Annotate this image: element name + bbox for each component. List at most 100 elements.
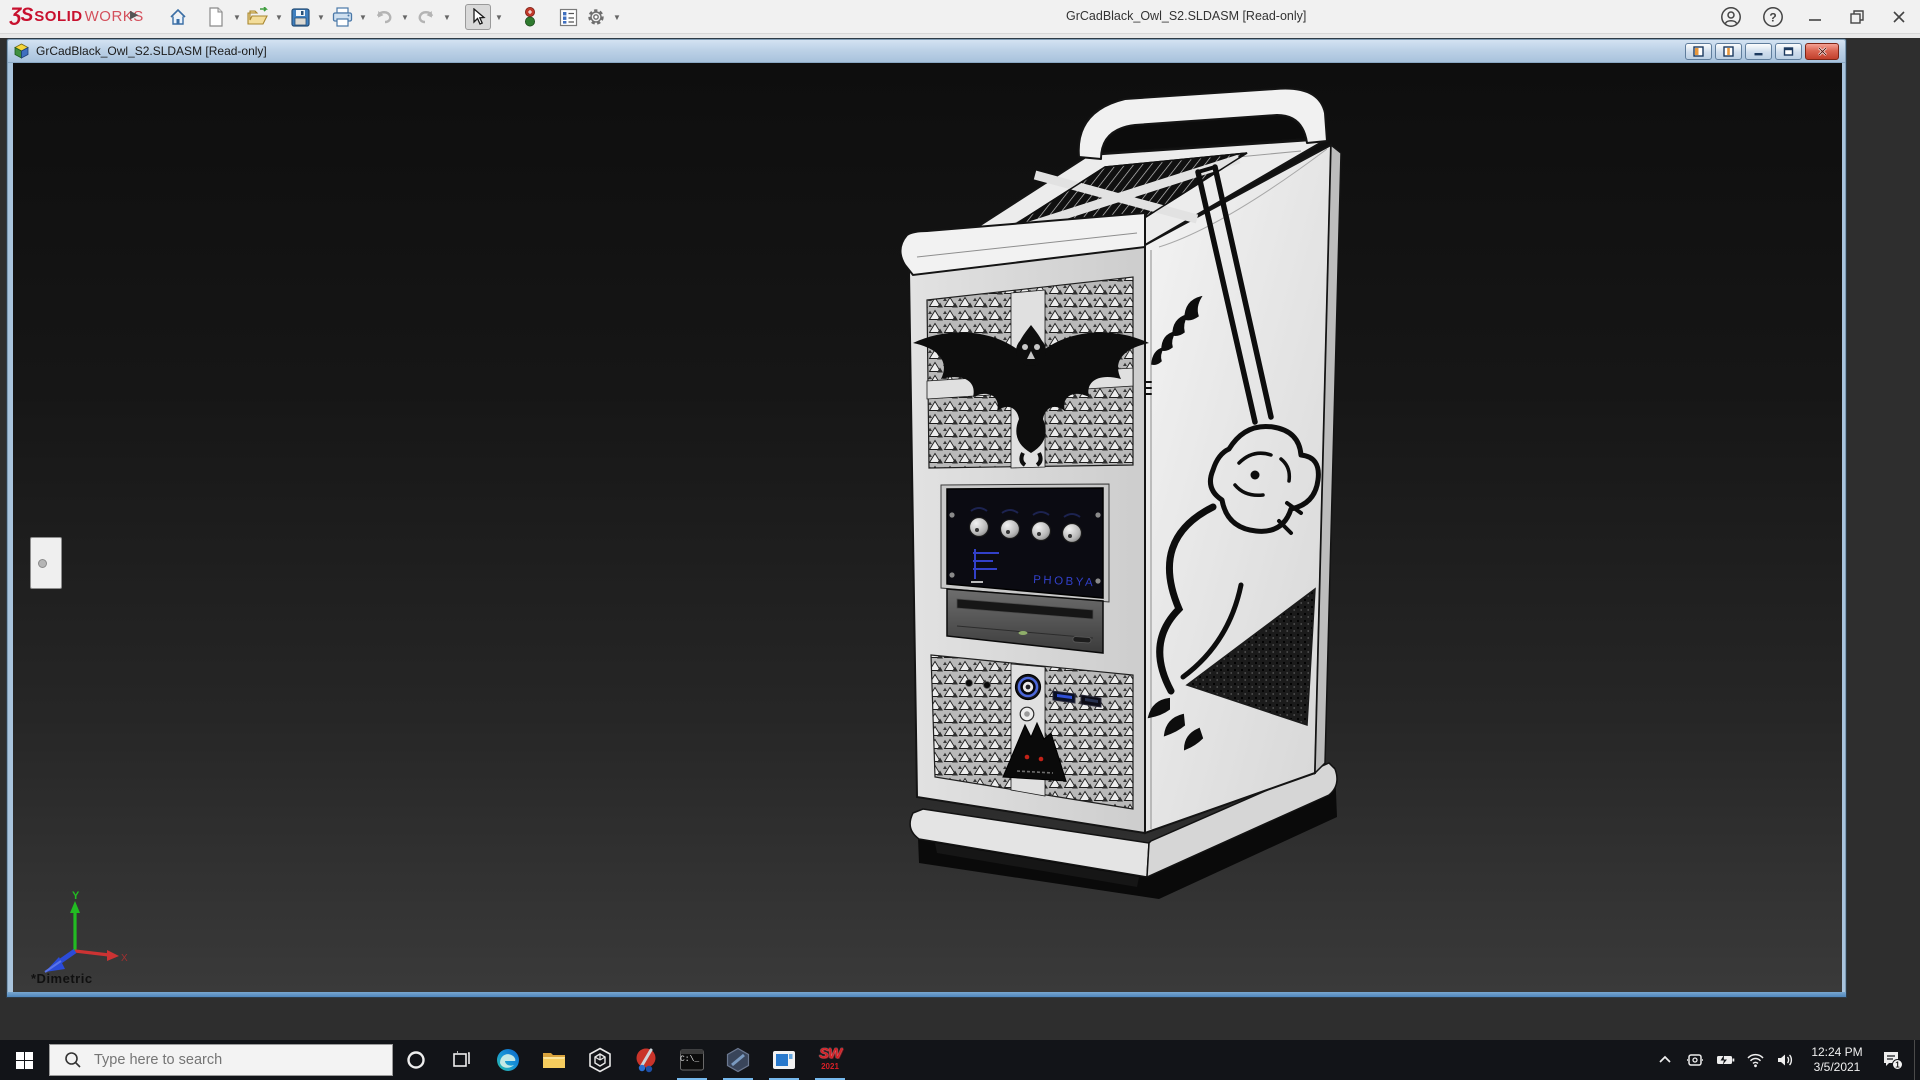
document-title: GrCadBlack_Owl_S2.SLDASM [Read-only]	[36, 44, 267, 58]
select-tool-dropdown[interactable]: ▼	[493, 4, 505, 30]
taskbar-app-red-utility[interactable]	[623, 1040, 669, 1080]
tablet-icon	[1687, 1054, 1703, 1066]
doc-minimize-icon	[1754, 53, 1763, 56]
new-document-dropdown[interactable]: ▼	[231, 4, 243, 30]
open-folder-icon	[247, 7, 268, 25]
graphics-viewport[interactable]: PHOBYA Y X *Dimetric	[13, 63, 1842, 994]
taskbar-app-command-prompt[interactable]: C:\_	[669, 1040, 715, 1080]
cad-model-render: PHOBYA	[899, 87, 1342, 899]
home-button[interactable]	[165, 4, 191, 30]
print-button[interactable]	[329, 4, 355, 30]
undo-dropdown[interactable]: ▼	[399, 4, 411, 30]
command-prompt-glyph: C:\_	[680, 1055, 700, 1064]
app-client-area: GrCadBlack_Owl_S2.SLDASM [Read-only] PHO…	[0, 34, 1920, 1040]
options-button[interactable]	[583, 4, 609, 30]
taskbar-app-3d-viewer[interactable]	[577, 1040, 623, 1080]
save-dropdown[interactable]: ▼	[315, 4, 327, 30]
hexagon-tool-icon	[726, 1047, 750, 1073]
doc-close-button[interactable]	[1805, 43, 1839, 60]
app-window-title: GrCadBlack_Owl_S2.SLDASM [Read-only]	[1066, 9, 1307, 23]
notification-icon: 1	[1884, 1052, 1903, 1070]
account-icon	[1721, 7, 1741, 27]
redo-button[interactable]	[413, 4, 439, 30]
save-button[interactable]	[287, 4, 313, 30]
file-properties-icon	[559, 8, 577, 26]
quick-access-toolbar: ▼ ▼ ▼ ▼ ▼ ▼ ▼ ▼	[165, 0, 623, 34]
search-input[interactable]	[92, 1051, 372, 1069]
battery-charging-icon	[1717, 1055, 1735, 1065]
restore-button[interactable]	[1844, 4, 1870, 30]
open-dropdown[interactable]: ▼	[273, 4, 285, 30]
doc-restore-icon	[1783, 47, 1794, 56]
taskbar-app-photos[interactable]	[761, 1040, 807, 1080]
triad-y-label: Y	[72, 890, 80, 902]
doc-restore-button[interactable]	[1775, 43, 1802, 60]
featuremanager-collapsed-tab[interactable]	[30, 537, 62, 589]
print-dropdown[interactable]: ▼	[357, 4, 369, 30]
taskbar-app-edge[interactable]	[485, 1040, 531, 1080]
select-tool-button[interactable]	[465, 4, 491, 30]
document-window: GrCadBlack_Owl_S2.SLDASM [Read-only] PHO…	[6, 38, 1847, 998]
taskbar-search[interactable]	[49, 1044, 393, 1076]
taskbar-app-solidworks[interactable]: SW 2021	[807, 1040, 853, 1080]
rebuild-stoplight-button[interactable]	[517, 4, 543, 30]
doc-pane-left-button[interactable]	[1685, 43, 1712, 60]
cortana-button[interactable]	[393, 1040, 439, 1080]
pane-left-icon	[1693, 46, 1704, 57]
taskbar-app-file-explorer[interactable]	[531, 1040, 577, 1080]
doc-close-icon	[1817, 47, 1827, 56]
show-desktop-button[interactable]	[1914, 1040, 1920, 1080]
chevron-up-icon	[1659, 1055, 1671, 1063]
help-button[interactable]: ?	[1760, 4, 1786, 30]
file-properties-button[interactable]	[555, 4, 581, 30]
task-view-button[interactable]	[439, 1040, 485, 1080]
tray-battery-button[interactable]	[1710, 1040, 1740, 1080]
gear-icon	[588, 9, 604, 25]
help-icon: ?	[1763, 7, 1783, 27]
notification-center-button[interactable]: 1	[1874, 1040, 1910, 1080]
photos-icon	[773, 1051, 795, 1069]
tray-volume-button[interactable]	[1770, 1040, 1800, 1080]
wifi-icon	[1746, 1053, 1764, 1068]
minimize-button[interactable]	[1802, 4, 1828, 30]
triad-x-label: X	[121, 953, 128, 964]
red-utility-icon	[636, 1048, 656, 1073]
options-dropdown[interactable]: ▼	[611, 4, 623, 30]
restore-icon	[1850, 10, 1864, 24]
document-titlebar[interactable]: GrCadBlack_Owl_S2.SLDASM [Read-only]	[8, 40, 1845, 63]
tray-chevron-button[interactable]	[1650, 1040, 1680, 1080]
task-view-icon	[453, 1051, 470, 1067]
featuremanager-expand-icon	[38, 559, 47, 568]
redo-dropdown[interactable]: ▼	[441, 4, 453, 30]
cortana-icon	[407, 1051, 425, 1069]
doc-minimize-button[interactable]	[1745, 43, 1772, 60]
document-window-controls	[1685, 43, 1839, 60]
solidworks-logo: ƷS SOLID WORKS	[10, 5, 144, 26]
close-button[interactable]	[1886, 4, 1912, 30]
clock-time: 12:24 PM	[1811, 1045, 1863, 1059]
solidworks-2021-icon: SW 2021	[818, 1045, 842, 1071]
new-document-button[interactable]	[203, 4, 229, 30]
tray-wifi-button[interactable]	[1740, 1040, 1770, 1080]
svg-text:?: ?	[1769, 11, 1776, 25]
clock-date: 3/5/2021	[1813, 1060, 1861, 1074]
pane-split-icon	[1723, 46, 1734, 57]
windows-logo-icon	[15, 1051, 33, 1069]
search-icon	[65, 1052, 81, 1068]
tray-tablet-button[interactable]	[1680, 1040, 1710, 1080]
notification-badge-count: 1	[1895, 1061, 1900, 1070]
redo-icon	[418, 10, 434, 24]
doc-pane-split-button[interactable]	[1715, 43, 1742, 60]
undo-button[interactable]	[371, 4, 397, 30]
windows-taskbar: C:\_ SW 2021	[0, 1040, 1920, 1080]
open-button[interactable]	[245, 4, 271, 30]
undo-icon	[376, 10, 392, 24]
app-titlebar: ƷS SOLID WORKS ▶ ▼ ▼ ▼ ▼ ▼ ▼ ▼ ▼ GrCadBl…	[0, 0, 1920, 34]
select-cursor-icon	[473, 8, 486, 25]
account-button[interactable]	[1718, 4, 1744, 30]
start-button[interactable]	[0, 1040, 48, 1080]
home-icon	[170, 8, 186, 25]
menu-expand-arrow[interactable]: ▶	[130, 8, 138, 21]
taskbar-clock[interactable]: 12:24 PM 3/5/2021	[1800, 1045, 1874, 1075]
taskbar-app-hexagon-tool[interactable]	[715, 1040, 761, 1080]
